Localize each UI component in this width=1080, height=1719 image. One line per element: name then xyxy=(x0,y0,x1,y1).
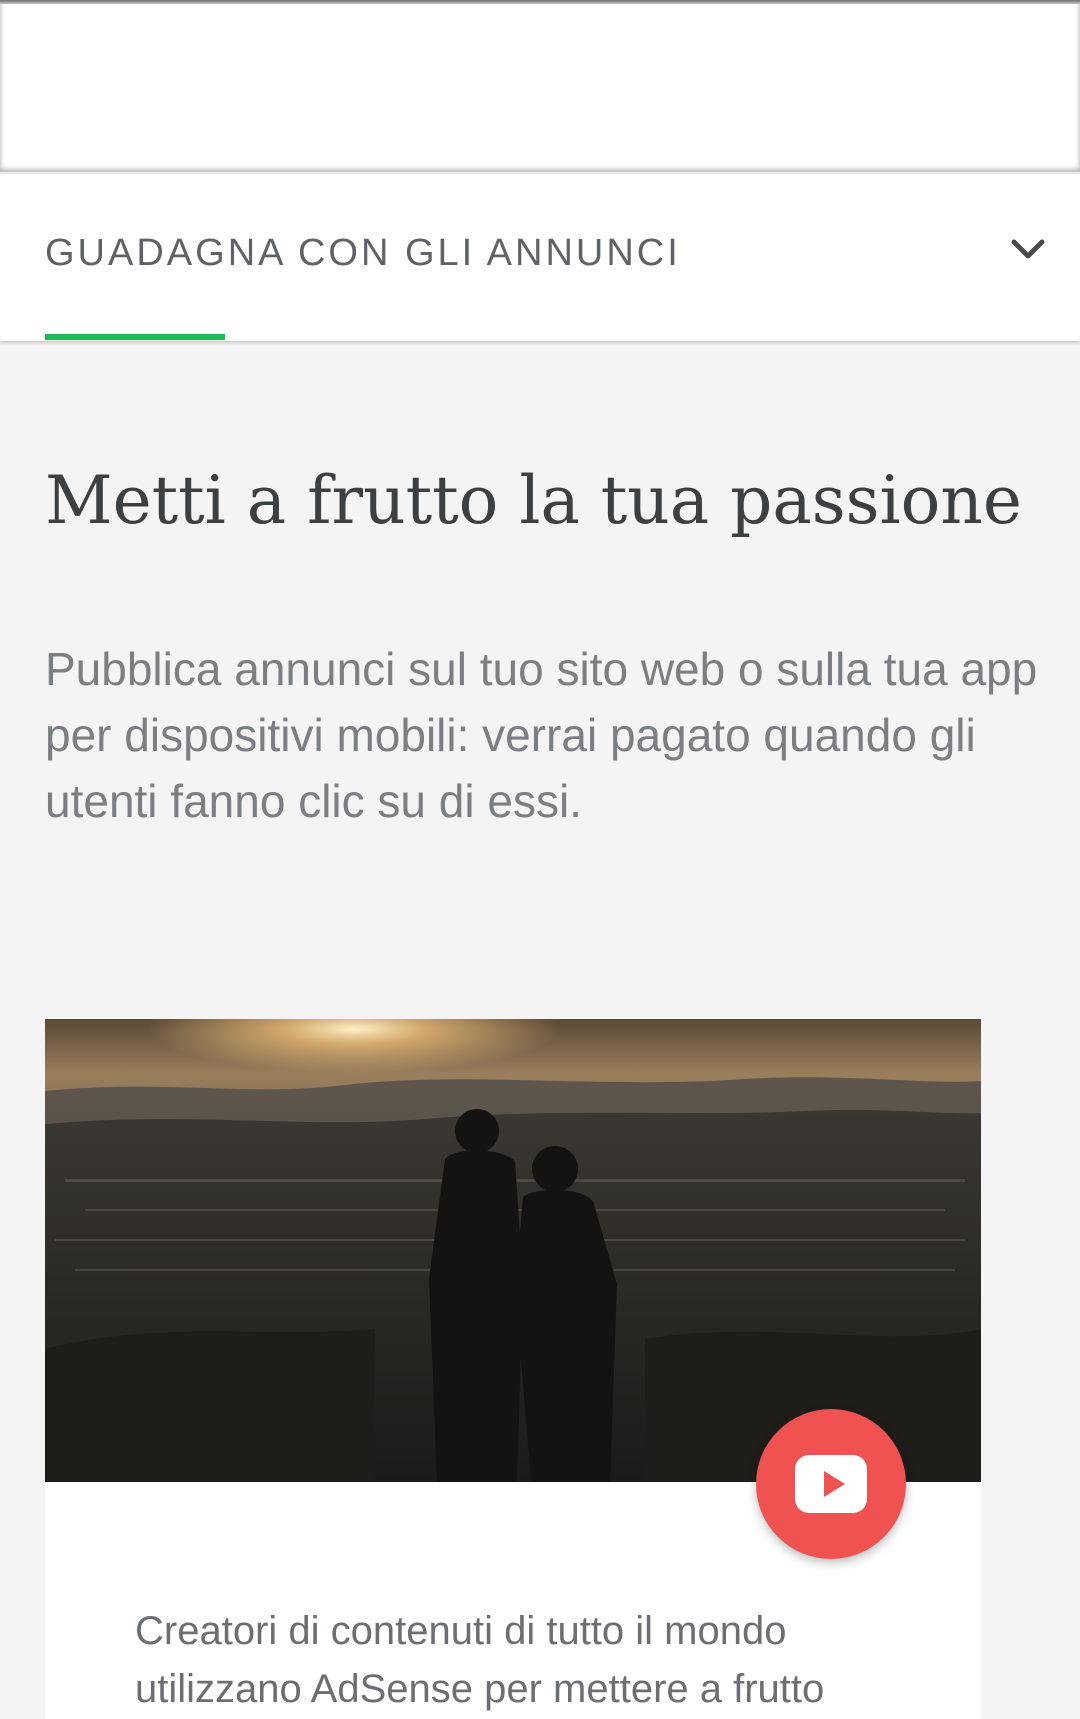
play-icon xyxy=(795,1455,867,1513)
page-description: Pubblica annunci sul tuo sito web o sull… xyxy=(45,643,1038,827)
active-tab-indicator xyxy=(45,334,225,340)
video-caption: Creatori di contenuti di tutto il mondo … xyxy=(135,1609,825,1711)
top-app-bar xyxy=(0,0,1080,172)
chevron-down-icon[interactable] xyxy=(1010,232,1046,268)
section-nav[interactable]: GUADAGNA CON GLI ANNUNCI xyxy=(0,173,1080,341)
section-nav-label[interactable]: GUADAGNA CON GLI ANNUNCI xyxy=(45,232,681,275)
play-video-button[interactable] xyxy=(756,1409,906,1559)
page-title: Metti a frutto la tua passione xyxy=(45,462,1022,539)
